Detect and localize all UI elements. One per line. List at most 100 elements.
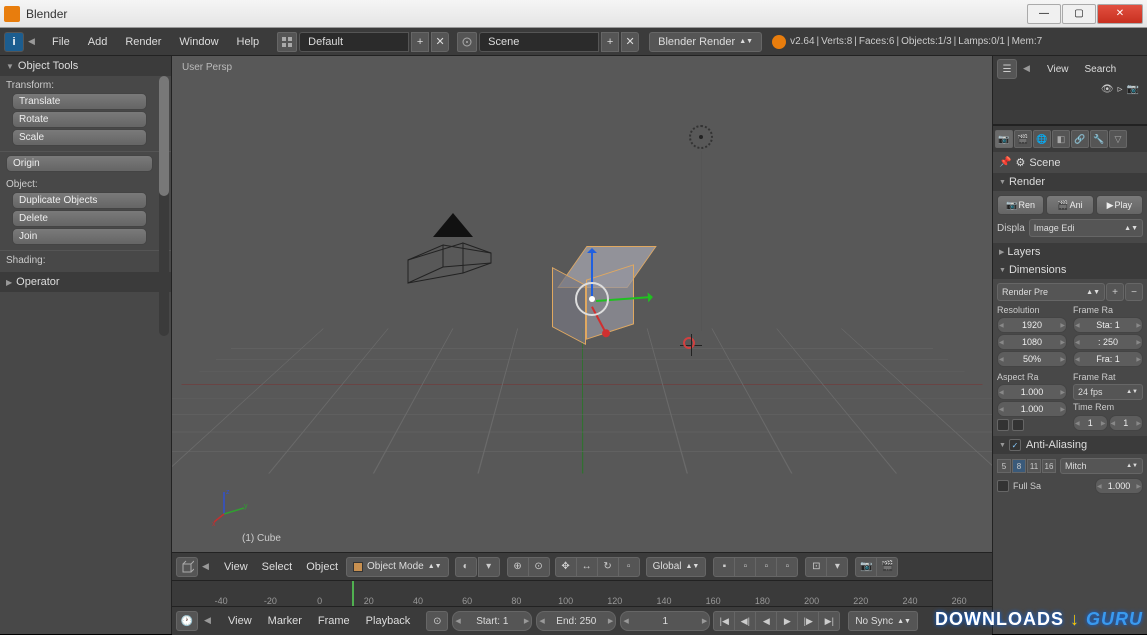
lamp-object[interactable] bbox=[689, 125, 713, 149]
editor-type-timeline-icon[interactable]: 🕐 bbox=[176, 611, 198, 631]
scale-button[interactable]: Scale bbox=[12, 129, 147, 146]
timeline-ruler[interactable]: -40 -20 0 20 40 60 80 100 120 140 160 18… bbox=[172, 581, 992, 607]
frame-end-field[interactable]: : 250 bbox=[1073, 334, 1143, 350]
vp-menu-view[interactable]: View bbox=[218, 561, 254, 573]
scene-browse-icon[interactable] bbox=[457, 32, 477, 52]
join-button[interactable]: Join bbox=[12, 228, 147, 245]
tab-constraints-icon[interactable]: 🔗 bbox=[1071, 130, 1089, 148]
delete-layout-button[interactable]: ✕ bbox=[431, 32, 449, 52]
outliner-menu-search[interactable]: Search bbox=[1079, 64, 1123, 75]
aspect-x-field[interactable]: 1.000 bbox=[997, 384, 1067, 400]
screen-layout-field[interactable]: Default bbox=[299, 32, 409, 52]
tab-scene-icon[interactable]: 🎬 bbox=[1014, 130, 1032, 148]
camera-object[interactable] bbox=[393, 205, 513, 300]
render-section-header[interactable]: Render bbox=[993, 173, 1147, 191]
editor-type-outliner-icon[interactable]: ☰ bbox=[997, 59, 1017, 79]
keyframe-next-button[interactable]: |▶ bbox=[797, 611, 819, 631]
editor-type-3dview-icon[interactable] bbox=[176, 557, 198, 577]
tab-world-icon[interactable]: 🌐 bbox=[1033, 130, 1051, 148]
sync-mode-select[interactable]: No Sync ▲▼ bbox=[848, 611, 918, 631]
res-x-field[interactable]: 1920 bbox=[997, 317, 1067, 333]
border-checkbox[interactable] bbox=[997, 419, 1009, 431]
object-tools-header[interactable]: Object Tools bbox=[0, 56, 171, 76]
orientation-select[interactable]: Global ▲▼ bbox=[646, 557, 707, 577]
translate-button[interactable]: Translate bbox=[12, 93, 147, 110]
aa-sample-11[interactable]: 11 bbox=[1027, 459, 1041, 473]
frame-step-field[interactable]: Fra: 1 bbox=[1073, 351, 1143, 367]
res-y-field[interactable]: 1080 bbox=[997, 334, 1067, 350]
aa-sample-16[interactable]: 16 bbox=[1042, 459, 1056, 473]
manipulator-scale-icon[interactable]: ▫ bbox=[618, 557, 640, 577]
layer-2-button[interactable]: ▫ bbox=[734, 557, 756, 577]
crop-checkbox[interactable] bbox=[1012, 419, 1024, 431]
close-button[interactable]: ✕ bbox=[1097, 4, 1143, 24]
res-pct-field[interactable]: 50% bbox=[997, 351, 1067, 367]
mode-select[interactable]: Object Mode ▲▼ bbox=[346, 557, 449, 577]
rotate-button[interactable]: Rotate bbox=[12, 111, 147, 128]
aa-sample-5[interactable]: 5 bbox=[997, 459, 1011, 473]
aa-section-header[interactable]: ✓ Anti-Aliasing bbox=[993, 436, 1147, 454]
fps-select[interactable]: 24 fps▲▼ bbox=[1073, 384, 1143, 400]
preset-remove-button[interactable]: − bbox=[1125, 283, 1143, 301]
add-layout-button[interactable]: + bbox=[411, 32, 429, 52]
tab-render-icon[interactable]: 📷 bbox=[995, 130, 1013, 148]
tl-menu-view[interactable]: View bbox=[222, 615, 258, 627]
tab-modifiers-icon[interactable]: 🔧 bbox=[1090, 130, 1108, 148]
tab-data-icon[interactable]: ▽ bbox=[1109, 130, 1127, 148]
scene-field[interactable]: Scene bbox=[479, 32, 599, 52]
menu-render[interactable]: Render bbox=[117, 33, 169, 51]
toolshelf-scrollbar[interactable] bbox=[159, 76, 169, 336]
fullsample-checkbox[interactable] bbox=[997, 480, 1009, 492]
remap-new-field[interactable]: 1 bbox=[1109, 415, 1144, 431]
current-frame-field[interactable]: 1 bbox=[620, 611, 710, 631]
snap-toggle-icon[interactable]: ⊡ bbox=[805, 557, 827, 577]
preset-add-button[interactable]: + bbox=[1106, 283, 1124, 301]
playhead[interactable] bbox=[352, 581, 354, 606]
tl-menu-marker[interactable]: Marker bbox=[262, 615, 308, 627]
restrict-select-icon[interactable]: ▹ bbox=[1118, 84, 1123, 95]
render-anim-icon[interactable]: 🎬 bbox=[876, 557, 898, 577]
end-frame-field[interactable]: End: 250 bbox=[536, 611, 616, 631]
display-mode-select[interactable]: Image Edi▲▼ bbox=[1029, 219, 1143, 237]
duplicate-button[interactable]: Duplicate Objects bbox=[12, 192, 147, 209]
render-play-button[interactable]: ▶Play bbox=[1096, 195, 1143, 215]
pivot-individual-icon[interactable]: ⊙ bbox=[528, 557, 550, 577]
jump-start-button[interactable]: |◀ bbox=[713, 611, 735, 631]
play-reverse-button[interactable]: ◀ bbox=[755, 611, 777, 631]
manipulator-toggle-icon[interactable]: ✥ bbox=[555, 557, 577, 577]
3d-cursor[interactable] bbox=[680, 334, 702, 356]
origin-button[interactable]: Origin bbox=[6, 155, 153, 172]
dimensions-section-header[interactable]: Dimensions bbox=[993, 261, 1147, 279]
gizmo-center[interactable] bbox=[589, 296, 595, 302]
layers-section-header[interactable]: Layers bbox=[993, 243, 1147, 261]
collapse-menus-icon[interactable]: ◀ bbox=[204, 615, 216, 627]
tl-menu-playback[interactable]: Playback bbox=[360, 615, 417, 627]
aa-filter-select[interactable]: Mitch▲▼ bbox=[1060, 458, 1143, 474]
jump-end-button[interactable]: ▶| bbox=[818, 611, 840, 631]
range-toggle-icon[interactable]: ⊙ bbox=[426, 611, 448, 631]
play-button[interactable]: ▶ bbox=[776, 611, 798, 631]
operator-header[interactable]: Operator bbox=[0, 272, 171, 292]
vp-menu-object[interactable]: Object bbox=[300, 561, 344, 573]
start-frame-field[interactable]: Start: 1 bbox=[452, 611, 532, 631]
delete-scene-button[interactable]: ✕ bbox=[621, 32, 639, 52]
editor-type-info-icon[interactable]: i bbox=[4, 32, 24, 52]
manipulator-translate-icon[interactable]: ↔ bbox=[576, 557, 598, 577]
add-scene-button[interactable]: + bbox=[601, 32, 619, 52]
pivot-point-icon[interactable]: ⊕ bbox=[507, 557, 529, 577]
collapse-menus-icon[interactable]: ◀ bbox=[202, 561, 214, 573]
vp-menu-select[interactable]: Select bbox=[256, 561, 299, 573]
layer-4-button[interactable]: ▫ bbox=[776, 557, 798, 577]
shading-dropdown-icon[interactable]: ▾ bbox=[478, 557, 500, 577]
tl-menu-frame[interactable]: Frame bbox=[312, 615, 356, 627]
aa-sample-8[interactable]: 8 bbox=[1012, 459, 1026, 473]
menu-file[interactable]: File bbox=[44, 33, 78, 51]
render-image-button[interactable]: 📷Ren bbox=[997, 195, 1044, 215]
aa-size-field[interactable]: 1.000 bbox=[1095, 478, 1143, 494]
manipulator-rotate-icon[interactable]: ↻ bbox=[597, 557, 619, 577]
menu-add[interactable]: Add bbox=[80, 33, 116, 51]
keyframe-prev-button[interactable]: ◀| bbox=[734, 611, 756, 631]
outliner-menu-view[interactable]: View bbox=[1041, 64, 1075, 75]
collapse-menus-icon[interactable]: ◀ bbox=[1023, 63, 1035, 75]
render-engine-select[interactable]: Blender Render ▲▼ bbox=[649, 32, 762, 52]
